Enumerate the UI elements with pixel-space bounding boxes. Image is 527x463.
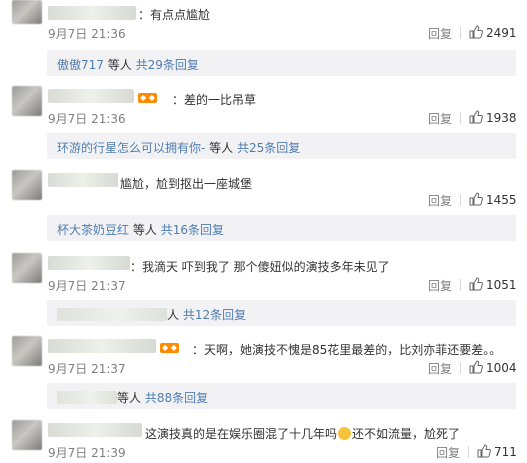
vip-badge: ◆ ◆: [160, 343, 179, 353]
timestamp: 9月7日 21:37: [48, 279, 126, 293]
replies-summary[interactable]: 环游的行星怎么可以拥有你- 等人 共25条回复: [47, 133, 516, 159]
avatar[interactable]: [12, 420, 42, 450]
replies-summary[interactable]: 人 共12条回复: [47, 300, 516, 326]
like-button[interactable]: 1455: [469, 192, 517, 207]
reply-user-link[interactable]: [57, 391, 117, 404]
username[interactable]: [48, 256, 130, 270]
like-button[interactable]: 1004: [469, 360, 517, 375]
username[interactable]: [48, 339, 156, 353]
reply-count-link[interactable]: 共12条回复: [183, 308, 246, 322]
username[interactable]: [48, 89, 134, 103]
reply-count-link[interactable]: 共16条回复: [161, 223, 224, 237]
timestamp: 9月7日 21:39: [48, 446, 126, 460]
comment-text: 尴尬，尬到抠出一座城堡: [120, 177, 253, 191]
thumbs-up-icon: [469, 25, 483, 39]
comment-text: ：有点点尴尬: [138, 8, 211, 22]
comment-text: ：差的一比吊草: [172, 93, 257, 107]
reply-user-link[interactable]: 环游的行星怎么可以拥有你-: [57, 141, 205, 155]
avatar[interactable]: [12, 253, 42, 283]
username[interactable]: [48, 6, 136, 20]
like-button[interactable]: 2491: [469, 25, 517, 40]
sweat-emoji-icon: [338, 427, 352, 440]
avatar[interactable]: [12, 0, 42, 24]
avatar[interactable]: [12, 336, 42, 366]
thumbs-up-icon: [469, 192, 483, 206]
reply-count-link[interactable]: 共25条回复: [237, 141, 300, 155]
avatar[interactable]: [12, 170, 42, 200]
reply-user-link[interactable]: 杯大茶奶豆红: [57, 223, 129, 237]
reply-count-link[interactable]: 共29条回复: [136, 58, 199, 72]
thumbs-up-icon: [469, 110, 483, 124]
timestamp: 9月7日 21:36: [48, 27, 126, 41]
reply-user-link[interactable]: [57, 308, 167, 321]
comment-text: ：我滴天 吓到我了 那个傻妞似的演技多年未见了: [130, 260, 390, 274]
like-button[interactable]: 1938: [469, 110, 517, 125]
comment-text: ：天啊，她演技不愧是85花里最差的，比刘亦菲还要差。。: [192, 343, 502, 357]
username[interactable]: [48, 423, 142, 437]
reply-button[interactable]: 回复: [428, 277, 452, 294]
reply-button[interactable]: 回复: [428, 192, 452, 209]
reply-button[interactable]: 回复: [428, 25, 452, 42]
replies-summary[interactable]: 杯大茶奶豆红 等人 共16条回复: [47, 215, 516, 241]
thumbs-up-icon: [477, 444, 491, 458]
reply-button[interactable]: 回复: [428, 110, 452, 127]
thumbs-up-icon: [469, 277, 483, 291]
timestamp: 9月7日 21:36: [48, 112, 126, 126]
like-button[interactable]: 1051: [469, 277, 517, 292]
timestamp: 9月7日 21:37: [48, 362, 126, 376]
comment-text: 这演技真的是在娱乐圈混了十几年吗 还不如流量，尬死了: [145, 427, 461, 441]
username[interactable]: [48, 173, 118, 187]
like-button[interactable]: 711: [477, 444, 517, 459]
reply-button[interactable]: 回复: [436, 444, 460, 461]
vip-badge: ◆ ◆: [138, 93, 157, 103]
reply-user-link[interactable]: 傲傲717: [57, 58, 104, 72]
replies-summary[interactable]: 傲傲717 等人 共29条回复: [47, 50, 516, 76]
reply-button[interactable]: 回复: [428, 360, 452, 377]
reply-count-link[interactable]: 共88条回复: [145, 391, 208, 405]
thumbs-up-icon: [469, 360, 483, 374]
replies-summary[interactable]: 等人 共88条回复: [47, 383, 516, 409]
avatar[interactable]: [12, 86, 42, 116]
